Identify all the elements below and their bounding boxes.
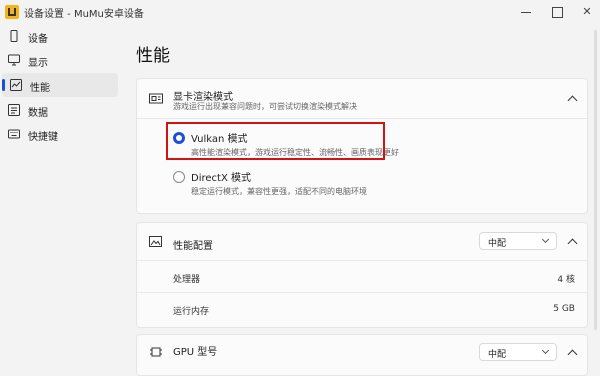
gpu-model-card: GPU 型号 中配: [136, 334, 588, 376]
sidebar-item-display[interactable]: 显示: [0, 48, 120, 72]
close-button[interactable]: ✕: [579, 4, 595, 20]
sidebar-item-label: 显示: [28, 58, 48, 69]
page-title: 性能: [136, 46, 170, 66]
image-settings-icon: [149, 236, 162, 247]
dropdown-value: 中配: [488, 350, 507, 360]
sidebar-item-shortcuts[interactable]: 快捷键: [0, 122, 120, 146]
sidebar-item-label: 设备: [28, 34, 48, 45]
memory-label: 运行内存: [173, 307, 210, 317]
performance-icon: [10, 79, 22, 91]
cpu-label: 处理器: [173, 275, 201, 285]
dropdown-value: 中配: [488, 239, 507, 249]
collapse-chevron-icon[interactable]: [567, 238, 578, 249]
collapse-chevron-icon[interactable]: [567, 95, 578, 106]
sidebar-item-device[interactable]: 设备: [0, 24, 120, 48]
directx-radio[interactable]: [173, 171, 185, 183]
divider: [137, 118, 587, 119]
sidebar-item-label: 快捷键: [28, 132, 58, 143]
directx-option[interactable]: DirectX 模式 稳定运行模式，兼容性更强，适配不同的电脑环境: [137, 167, 587, 203]
app-logo-icon: [5, 5, 19, 19]
performance-config-title: 性能配置: [173, 241, 213, 252]
performance-config-dropdown[interactable]: 中配: [479, 232, 557, 250]
sidebar-item-data[interactable]: 数据: [0, 98, 120, 122]
monitor-icon: [8, 54, 20, 66]
gpu-model-title: GPU 型号: [173, 347, 218, 358]
divider: [137, 292, 587, 293]
scrollbar[interactable]: [594, 30, 597, 330]
maximize-button[interactable]: [549, 4, 565, 20]
phone-icon: [10, 30, 18, 42]
data-icon: [8, 104, 20, 116]
chevron-down-icon: [541, 235, 550, 244]
divider: [137, 260, 587, 261]
minimize-button[interactable]: [518, 4, 534, 20]
performance-config-card: 性能配置 中配 处理器 4 核 运行内存 5 GB: [136, 222, 588, 328]
graphics-card-icon: [149, 93, 163, 104]
gpu-model-dropdown[interactable]: 中配: [479, 343, 557, 361]
chevron-down-icon: [541, 346, 550, 355]
window-title: 设备设置 - MuMu安卓设备: [24, 9, 144, 20]
render-mode-subtitle: 游戏运行出现兼容问题时，可尝试切换渲染模式解决: [173, 102, 357, 111]
cpu-value: 4 核: [557, 275, 575, 285]
selection-highlight-box: [166, 122, 385, 160]
chip-icon: [150, 347, 162, 357]
sidebar-item-label: 数据: [28, 108, 48, 119]
active-indicator: [2, 79, 5, 91]
keyboard-icon: [8, 129, 20, 139]
directx-option-title: DirectX 模式: [191, 173, 251, 184]
sidebar-item-performance[interactable]: 性能: [2, 73, 118, 97]
memory-value: 5 GB: [553, 304, 575, 314]
sidebar-item-label: 性能: [30, 83, 50, 94]
title-bar: 设备设置 - MuMu安卓设备 ✕: [0, 0, 600, 24]
directx-option-desc: 稳定运行模式，兼容性更强，适配不同的电脑环境: [191, 187, 367, 196]
